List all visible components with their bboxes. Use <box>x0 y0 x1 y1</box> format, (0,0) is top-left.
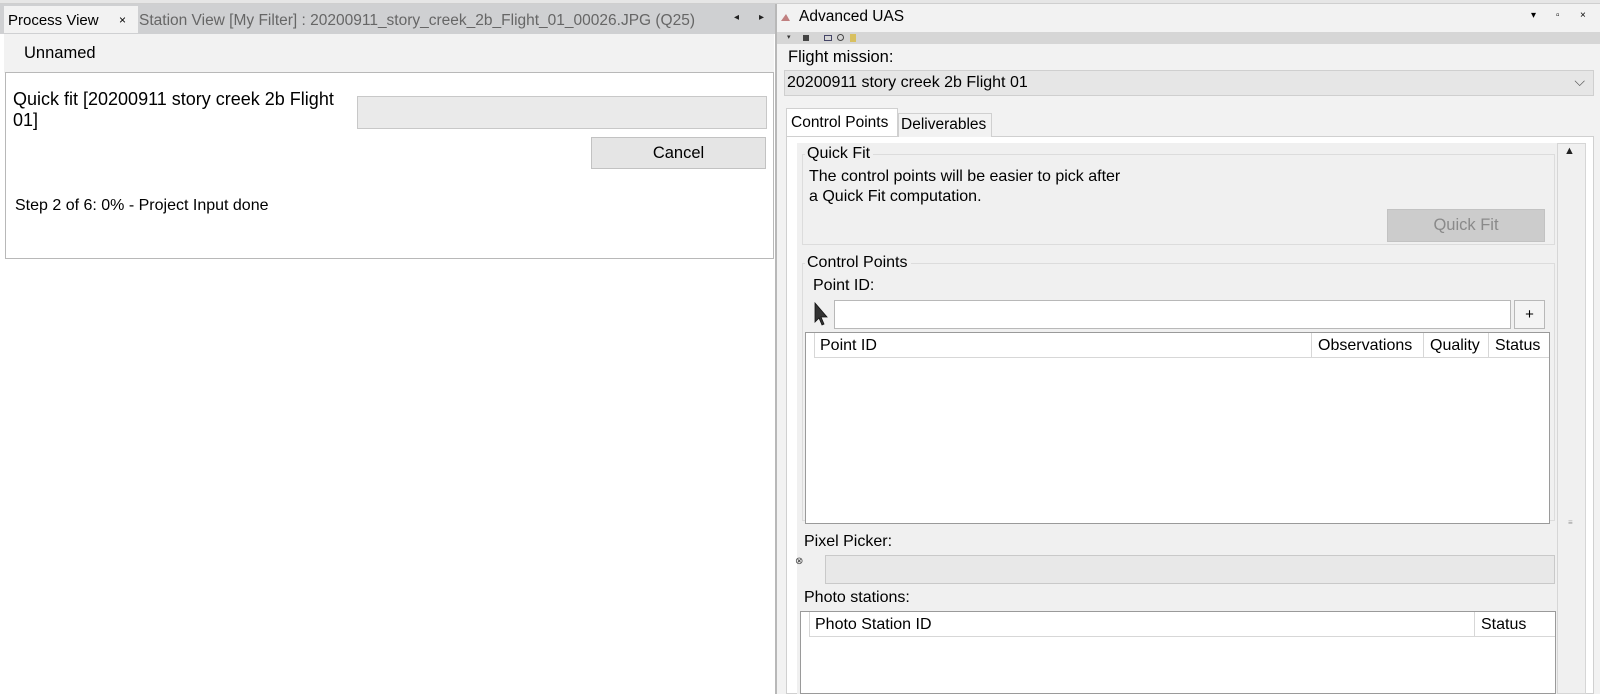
scroll-grip-icon: ≡ <box>1568 518 1573 527</box>
quick-fit-button[interactable]: Quick Fit <box>1387 209 1545 242</box>
panel-toolbar <box>777 32 1600 44</box>
scroll-tabs-left-icon[interactable]: ◂ <box>734 12 739 23</box>
panel-title: Advanced UAS <box>799 8 905 25</box>
screen-icon[interactable] <box>824 35 832 41</box>
vertical-scrollbar[interactable] <box>1557 143 1586 694</box>
column-header-point-id[interactable]: Point ID <box>814 333 1311 358</box>
panel-restore-icon[interactable]: ▫ <box>1556 10 1560 21</box>
quick-fit-description-line: a Quick Fit computation. <box>809 188 982 205</box>
cancel-button[interactable]: Cancel <box>591 137 766 169</box>
column-header-station-status[interactable]: Status <box>1475 612 1555 637</box>
process-title: Quick fit [20200911 story creek 2b Fligh… <box>13 89 334 130</box>
point-id-input[interactable] <box>834 300 1511 329</box>
panel-close-icon[interactable]: × <box>1580 10 1586 21</box>
pixel-picker-label: Pixel Picker: <box>804 533 893 550</box>
clock-icon[interactable] <box>837 34 844 41</box>
pointer-tool-icon[interactable] <box>814 302 828 326</box>
tab-process-view[interactable]: Process View <box>4 6 138 33</box>
close-tab-icon[interactable]: × <box>119 13 126 27</box>
photo-stations-table: Photo Station ID Status <box>800 611 1556 694</box>
doc-icon[interactable] <box>850 34 856 42</box>
control-points-group-title: Control Points <box>805 254 911 272</box>
tab-control-points[interactable]: Control Points <box>786 108 898 136</box>
process-header-bar <box>4 34 774 73</box>
quick-fit-description: The control points will be easier to pic… <box>809 167 1120 207</box>
tab-station-view[interactable]: Station View [My Filter] : 20200911_stor… <box>139 12 695 30</box>
window-top-edge <box>0 0 1600 4</box>
scroll-tabs-right-icon[interactable]: ▸ <box>759 12 764 23</box>
process-progress-bar <box>357 96 767 129</box>
stop-icon[interactable] <box>803 35 809 41</box>
panel-app-icon <box>781 14 790 21</box>
column-header-quality[interactable]: Quality <box>1424 333 1489 358</box>
pixel-picker-clear-icon[interactable]: ⊗ <box>795 556 803 567</box>
scroll-up-icon[interactable]: ▲ <box>1564 145 1575 157</box>
quick-fit-description-line: The control points will be easier to pic… <box>809 168 1121 185</box>
column-header-observations[interactable]: Observations <box>1312 333 1424 358</box>
point-id-label: Point ID: <box>813 277 875 294</box>
process-name: Unnamed <box>24 44 96 62</box>
chevron-down-icon: ⌵ <box>1574 73 1585 89</box>
process-step-text: Step 2 of 6: 0% - Project Input done <box>15 197 269 214</box>
tab-deliverables[interactable]: Deliverables <box>898 113 992 137</box>
flight-mission-label: Flight mission: <box>788 48 894 66</box>
photo-stations-label: Photo stations: <box>804 589 910 606</box>
flight-mission-select[interactable]: 20200911 story creek 2b Flight 01 ⌵ <box>784 70 1594 96</box>
pixel-picker-field[interactable] <box>825 555 1555 584</box>
tab-process-view-label: Process View <box>8 12 99 29</box>
column-header-status[interactable]: Status <box>1489 333 1549 358</box>
quick-fit-group-title: Quick Fit <box>805 145 874 163</box>
control-points-table: Point ID Observations Quality Status <box>805 332 1550 524</box>
add-point-button[interactable]: + <box>1514 300 1545 329</box>
column-header-photo-station-id[interactable]: Photo Station ID <box>809 612 1475 637</box>
panel-menu-icon[interactable]: ▾ <box>1531 10 1536 21</box>
dropdown-icon[interactable]: ▾ <box>787 34 795 41</box>
flight-mission-value: 20200911 story creek 2b Flight 01 <box>787 74 1028 91</box>
